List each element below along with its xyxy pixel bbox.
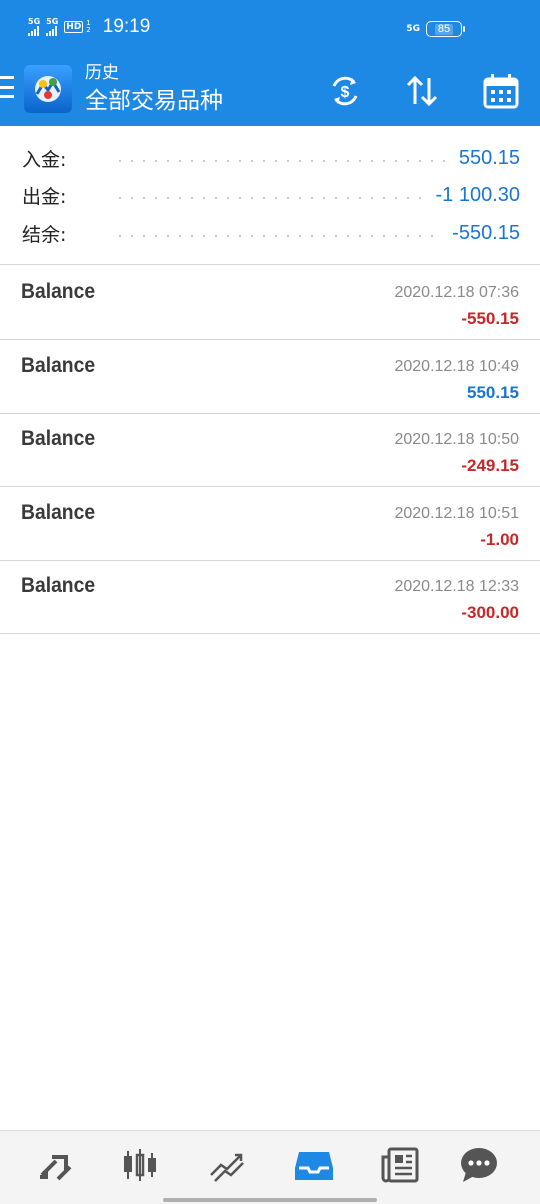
trade-icon[interactable] bbox=[205, 1143, 249, 1187]
clock: 19:19 bbox=[102, 16, 151, 37]
deposit-value: 550.15 bbox=[458, 146, 520, 169]
deal-time: 2020.12.18 12:33 bbox=[394, 578, 519, 595]
deal-amount: -1.00 bbox=[480, 530, 519, 549]
home-indicator[interactable] bbox=[163, 1198, 377, 1202]
sort-icon[interactable] bbox=[401, 70, 443, 112]
chart-icon[interactable] bbox=[118, 1143, 162, 1187]
deal-time: 2020.12.18 10:51 bbox=[394, 505, 519, 522]
deal-row[interactable]: Balance 2020.12.18 10:51 -1.00 bbox=[0, 487, 540, 561]
deal-time: 2020.12.18 10:49 bbox=[394, 358, 519, 375]
page-title: 历史 bbox=[85, 63, 119, 83]
bottom-navigation bbox=[0, 1130, 540, 1204]
history-icon[interactable] bbox=[292, 1143, 336, 1187]
withdrawal-label: 出金: bbox=[22, 185, 67, 208]
deal-amount: -300.00 bbox=[461, 603, 519, 622]
balance-label: 结余: bbox=[22, 223, 67, 246]
svg-text:$: $ bbox=[341, 84, 350, 101]
title-block[interactable]: 历史 全部交易品种 bbox=[85, 61, 223, 117]
summary-balance-row: 结余: -550.15 bbox=[22, 218, 520, 248]
hd-sub-indicator: 1 2 bbox=[86, 19, 91, 34]
summary-deposit-row: 入金: 550.15 bbox=[22, 143, 520, 173]
network-5g-icon: 5G bbox=[406, 23, 420, 34]
chat-icon[interactable] bbox=[457, 1143, 501, 1187]
sim1-label: 5G bbox=[28, 17, 41, 26]
deal-row[interactable]: Balance 2020.12.18 07:36 -550.15 bbox=[0, 266, 540, 340]
dotted-leader bbox=[114, 197, 426, 199]
deal-amount: -550.15 bbox=[461, 309, 519, 328]
app-bar: 历史 全部交易品种 $ bbox=[0, 56, 540, 126]
withdrawal-value: -1 100.30 bbox=[435, 183, 520, 206]
status-bar: 5G 5G HD 1 2 19:19 5G 85 bbox=[0, 0, 540, 56]
deal-row[interactable]: Balance 2020.12.18 12:33 -300.00 bbox=[0, 560, 540, 634]
deal-type: Balance bbox=[21, 427, 96, 450]
news-icon[interactable] bbox=[378, 1143, 422, 1187]
symbol-filter: 全部交易品种 bbox=[85, 88, 223, 114]
deposit-label: 入金: bbox=[22, 148, 67, 171]
deal-type: Balance bbox=[21, 280, 96, 303]
battery-level: 85 bbox=[434, 23, 454, 35]
sim1-signal-icon: 5G bbox=[28, 18, 40, 36]
deal-time: 2020.12.18 07:36 bbox=[394, 284, 519, 301]
menu-icon[interactable] bbox=[0, 76, 14, 98]
deal-type: Balance bbox=[21, 354, 96, 377]
deal-row[interactable]: Balance 2020.12.18 10:50 -249.15 bbox=[0, 413, 540, 487]
balance-summary: 入金: 550.15 出金: -1 100.30 结余: -550.15 bbox=[0, 126, 540, 265]
deal-amount: -249.15 bbox=[461, 456, 519, 475]
dotted-leader bbox=[114, 160, 449, 162]
dotted-leader bbox=[114, 235, 443, 237]
currency-exchange-icon[interactable]: $ bbox=[324, 70, 366, 112]
sim2-signal-icon: 5G bbox=[46, 18, 58, 36]
status-left: 5G 5G HD 1 2 19:19 bbox=[28, 16, 150, 38]
battery-icon: 85 bbox=[426, 21, 465, 37]
app-logo[interactable] bbox=[24, 65, 72, 113]
balance-value: -550.15 bbox=[452, 221, 520, 244]
deal-row[interactable]: Balance 2020.12.18 10:49 550.15 bbox=[0, 340, 540, 414]
calendar-icon[interactable] bbox=[480, 70, 522, 112]
status-right: 5G 85 bbox=[406, 21, 465, 37]
sim2-label: 5G bbox=[46, 17, 59, 26]
deal-type: Balance bbox=[21, 574, 96, 597]
deal-amount: 550.15 bbox=[467, 383, 519, 402]
deal-time: 2020.12.18 10:50 bbox=[394, 431, 519, 448]
quotes-icon[interactable] bbox=[34, 1143, 78, 1187]
hd-voice-icon: HD bbox=[64, 21, 84, 33]
summary-withdrawal-row: 出金: -1 100.30 bbox=[22, 180, 520, 210]
deal-type: Balance bbox=[21, 501, 96, 524]
